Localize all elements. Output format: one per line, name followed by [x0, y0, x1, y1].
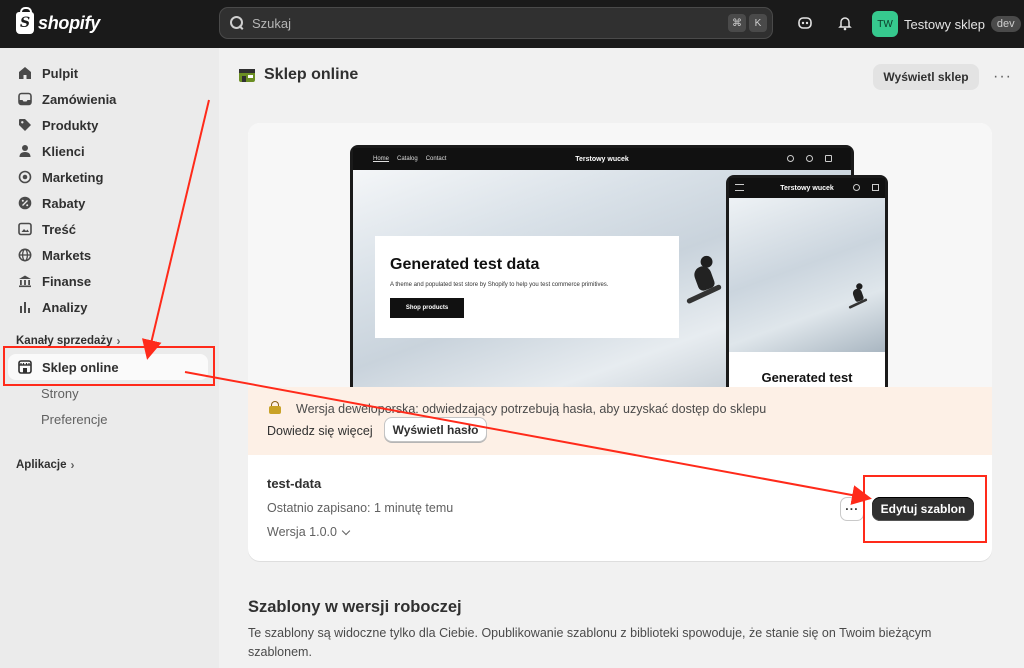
command-key-hint: ⌘: [728, 14, 746, 32]
preview-cart-icon: [825, 155, 832, 162]
page-more-actions-button[interactable]: ···: [993, 68, 1012, 86]
chart-icon: [18, 300, 32, 314]
preview-nav-link: Contact: [425, 156, 447, 162]
sidebar-item-label: Rabaty: [42, 195, 86, 211]
mobile-preview-nav: Terstowy wucek: [729, 178, 885, 198]
store-name: Testowy sklep: [904, 16, 985, 32]
person-icon: [18, 144, 32, 158]
page-title: Sklep online: [238, 66, 358, 84]
preview-hero-title: Generated test data: [390, 256, 540, 273]
tag-icon: [18, 118, 32, 132]
search-icon: [230, 16, 244, 30]
dev-store-banner: Wersja deweloperska: odwiedzający potrze…: [248, 387, 992, 455]
sidebar-item-label: Klienci: [42, 143, 85, 159]
lock-icon: [269, 401, 281, 415]
preview-menu-icon: [735, 184, 744, 191]
sidebar-item-label: Markets: [42, 247, 92, 263]
preview-shop-button: Shop products: [390, 298, 464, 318]
preview-search-icon: [853, 184, 860, 191]
mobile-preview-title: Generated test: [729, 352, 885, 387]
chevron-right-icon: ›: [70, 458, 75, 472]
k-key-hint: K: [749, 14, 767, 32]
mobile-preview-brand: Terstowy wucek: [780, 184, 834, 192]
search-placeholder: Szukaj: [252, 15, 292, 31]
sidebar-item-content[interactable]: Treść: [8, 216, 208, 242]
preview-account-icon: [806, 155, 813, 162]
sidebar-item-label: Treść: [42, 221, 76, 237]
globe-icon: [18, 248, 32, 262]
snowboarder-image: [848, 283, 868, 309]
sidebar-item-discounts[interactable]: Rabaty: [8, 190, 208, 216]
sidebar-item-label: Marketing: [42, 169, 104, 185]
preview-cart-icon: [872, 184, 879, 191]
dev-badge: dev: [990, 16, 1021, 32]
sidebar-subitem-pages[interactable]: Strony: [41, 386, 79, 401]
bell-icon[interactable]: [836, 14, 854, 32]
chevron-down-icon: [341, 526, 351, 535]
theme-name: test-data: [267, 476, 322, 491]
preview-search-icon: [787, 155, 794, 162]
target-icon: [18, 170, 32, 184]
sidebar-item-products[interactable]: Produkty: [8, 112, 208, 138]
sidebar-item-label: Pulpit: [42, 65, 79, 81]
sidebar-item-label: Produkty: [42, 117, 99, 133]
page-title-text: Sklep online: [264, 66, 359, 83]
preview-nav-link: Home: [373, 156, 390, 162]
sidebar-item-orders[interactable]: Zamówienia: [8, 86, 208, 112]
sidebar-item-marketing[interactable]: Marketing: [8, 164, 208, 190]
learn-more-link[interactable]: Dowiedz się więcej: [267, 423, 373, 439]
preview-hero-box: Generated test data A theme and populate…: [375, 236, 679, 338]
banner-message: Wersja deweloperska: odwiedzający potrze…: [296, 402, 767, 416]
inbox-icon: [18, 92, 32, 106]
mobile-preview: Terstowy wucek Generated test: [726, 175, 888, 387]
logo-text: shopify: [38, 12, 100, 33]
sidebar-item-label: Finanse: [42, 273, 92, 289]
bank-icon: [18, 274, 32, 288]
annotation-highlight-box: [3, 346, 215, 386]
sidekick-icon[interactable]: [796, 14, 814, 32]
sidebar-item-customers[interactable]: Klienci: [8, 138, 208, 164]
theme-version: Wersja 1.0.0: [267, 525, 337, 539]
theme-more-actions-button[interactable]: ···: [840, 497, 864, 521]
avatar: TW: [872, 11, 898, 37]
draft-themes-description: Te szablony są widoczne tylko dla Ciebie…: [248, 626, 932, 659]
shopify-logo[interactable]: S shopify: [16, 7, 100, 34]
view-store-button[interactable]: Wyświetl sklep: [873, 64, 979, 90]
sidebar-item-finance[interactable]: Finanse: [8, 268, 208, 294]
preview-hero-text: A theme and populated test store by Shop…: [390, 282, 609, 288]
preview-brand: Terstowy wucek: [575, 155, 629, 163]
sidebar-item-markets[interactable]: Markets: [8, 242, 208, 268]
discount-icon: [18, 196, 32, 210]
theme-preview: Home Catalog Contact Terstowy wucek Gene…: [248, 123, 992, 387]
store-menu-button[interactable]: TW Testowy sklep dev: [872, 10, 1021, 38]
snowboarder-image: [685, 255, 723, 305]
search-input[interactable]: Szukaj ⌘ K: [219, 7, 773, 39]
preview-nav-link: Catalog: [397, 156, 418, 162]
home-icon: [18, 66, 32, 80]
theme-saved-time: Ostatnio zapisano: 1 minutę temu: [267, 501, 454, 515]
sidebar-subitem-preferences[interactable]: Preferencje: [41, 412, 107, 427]
sidebar-item-label: Zamówienia: [42, 91, 117, 107]
shopping-bag-icon: S: [16, 7, 34, 34]
theme-version-toggle[interactable]: Wersja 1.0.0: [267, 525, 351, 539]
apps-label: Aplikacje: [16, 459, 67, 471]
preview-nav: Home Catalog Contact Terstowy wucek: [353, 148, 851, 170]
online-store-icon: [238, 66, 256, 84]
mobile-preview-hero: [729, 198, 885, 352]
top-bar: S shopify Szukaj ⌘ K TW Testowy sklep de…: [0, 0, 1024, 48]
annotation-highlight-box: [863, 475, 987, 543]
show-password-button[interactable]: Wyświetl hasło: [384, 417, 487, 442]
sidebar-item-analytics[interactable]: Analizy: [8, 294, 208, 320]
sidebar-item-pulpit[interactable]: Pulpit: [8, 60, 208, 86]
apps-heading[interactable]: Aplikacje ›: [16, 458, 75, 472]
content-icon: [18, 222, 32, 236]
draft-themes-title: Szablony w wersji roboczej: [248, 598, 462, 616]
sidebar-item-label: Analizy: [42, 299, 88, 315]
